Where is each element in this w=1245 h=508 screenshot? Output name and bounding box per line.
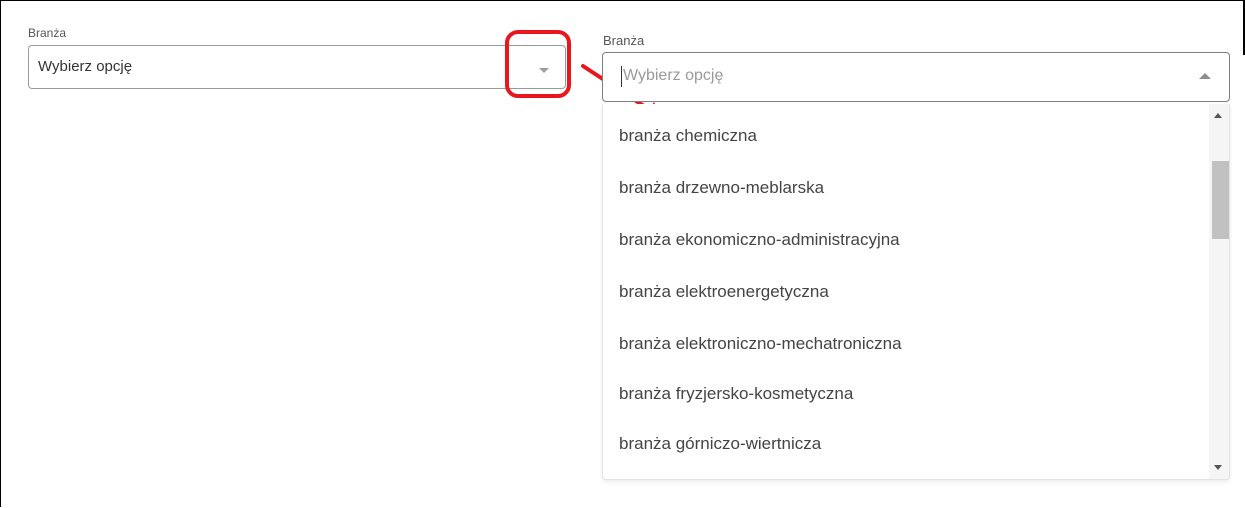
option-item[interactable]: branża fryzjersko-kosmetyczna — [619, 384, 853, 404]
option-item[interactable]: branża górniczo-wiertnicza — [619, 434, 821, 454]
scroll-down-icon[interactable] — [1214, 465, 1222, 470]
right-select-label: Branża — [603, 33, 645, 48]
right-select[interactable]: Wybierz opcję — [602, 52, 1230, 102]
option-item[interactable]: branża elektroenergetyczna — [619, 282, 829, 302]
option-item[interactable]: branża ekonomiczno-administracyjna — [619, 230, 900, 250]
chevron-up-icon[interactable] — [1199, 73, 1211, 79]
arrow-icon — [581, 64, 663, 119]
text-cursor — [621, 66, 622, 87]
option-item[interactable]: branża elektroniczno-mechatroniczna — [619, 334, 902, 354]
right-select-placeholder: Wybierz opcję — [623, 67, 724, 84]
scroll-up-icon[interactable] — [1214, 113, 1222, 118]
scrollbar[interactable] — [1209, 104, 1229, 479]
scrollbar-thumb[interactable] — [1212, 161, 1229, 239]
option-item[interactable]: branża drzewno-meblarska — [619, 178, 824, 198]
option-item[interactable]: branża chemiczna — [619, 126, 757, 146]
options-listbox[interactable]: branża chemiczna branża drzewno-meblarsk… — [602, 104, 1230, 480]
